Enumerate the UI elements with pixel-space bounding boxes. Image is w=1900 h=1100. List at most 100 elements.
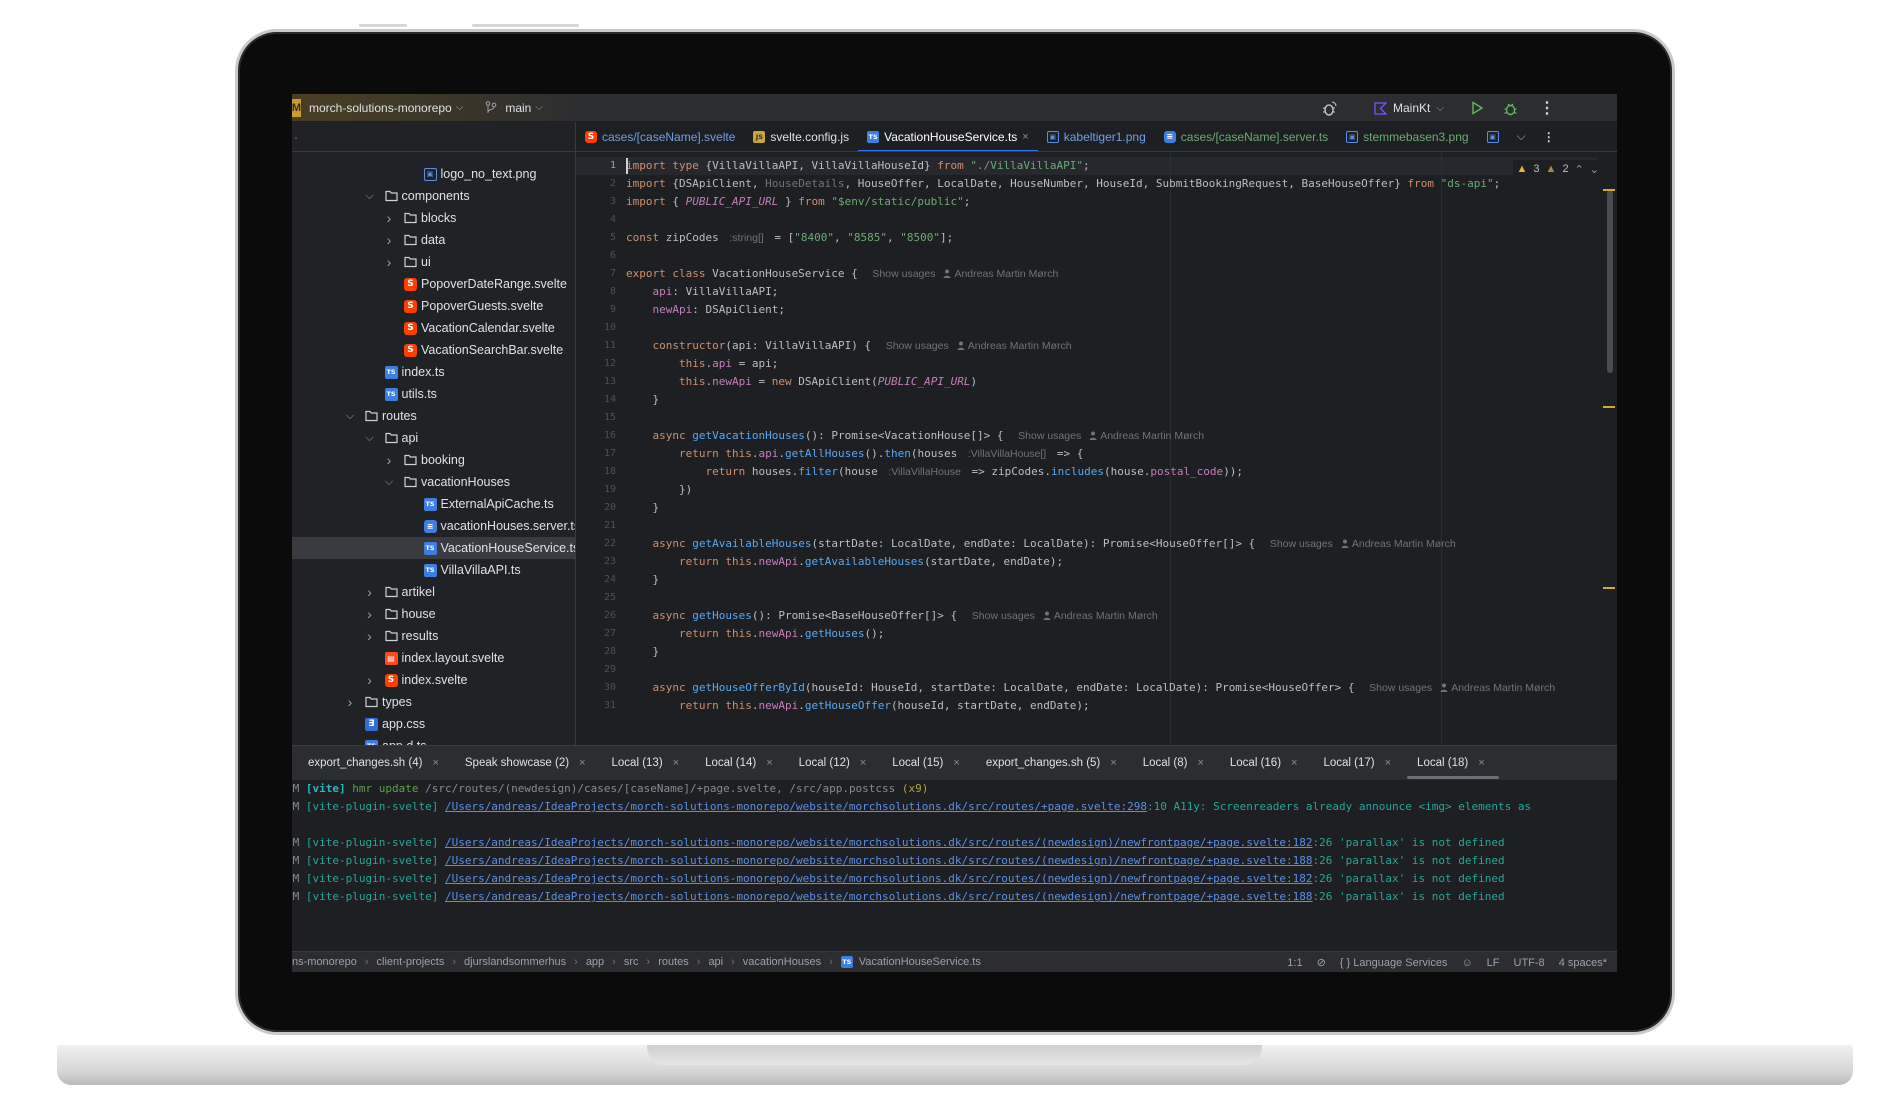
close-terminal-tab-icon[interactable]: × bbox=[1291, 757, 1297, 769]
terminal-tab[interactable]: Local (13) × bbox=[612, 746, 692, 781]
line-number[interactable]: 24 bbox=[576, 571, 616, 589]
tree-item[interactable]: ⌵ components bbox=[292, 185, 575, 207]
line-number[interactable]: 1 bbox=[576, 157, 616, 175]
caret-position[interactable]: 1:1 bbox=[1287, 957, 1302, 969]
breadcrumb-item[interactable]: routes bbox=[658, 956, 689, 968]
editor-tab[interactable]: ≡ cases/[caseName].server.ts bbox=[1155, 122, 1337, 151]
line-number[interactable]: 29 bbox=[576, 661, 616, 679]
line-number[interactable]: 17 bbox=[576, 445, 616, 463]
line-number[interactable]: 22 bbox=[576, 535, 616, 553]
breadcrumb-item[interactable]: djurslandsommerhus bbox=[464, 956, 566, 968]
tree-item[interactable]: › house bbox=[292, 603, 575, 625]
tree-item[interactable]: › artikel bbox=[292, 581, 575, 603]
line-number[interactable]: 3 bbox=[576, 193, 616, 211]
chevron-right-icon[interactable]: › bbox=[344, 694, 356, 710]
line-number[interactable]: 7 bbox=[576, 265, 616, 283]
project-selector[interactable]: morch-solutions-monorepo ⌵ bbox=[309, 101, 463, 115]
close-terminal-tab-icon[interactable]: × bbox=[1197, 757, 1203, 769]
tree-item[interactable]: › ui bbox=[292, 251, 575, 273]
show-usages-link[interactable]: Show usages bbox=[1361, 682, 1432, 694]
close-terminal-tab-icon[interactable]: × bbox=[766, 757, 772, 769]
tree-item[interactable]: S VacationCalendar.svelte bbox=[292, 317, 575, 339]
breadcrumb-item[interactable]: vacationHouses bbox=[743, 956, 821, 968]
terminal-tab[interactable]: Local (14) × bbox=[705, 746, 785, 781]
editor-tab[interactable]: ▣ bbox=[1478, 122, 1508, 151]
line-number[interactable]: 11 bbox=[576, 337, 616, 355]
language-services[interactable]: { } Language Services bbox=[1340, 957, 1448, 969]
chevron-right-icon[interactable]: › bbox=[383, 210, 395, 226]
line-number[interactable]: 8 bbox=[576, 283, 616, 301]
tree-item[interactable]: TS VacationHouseService.ts bbox=[292, 537, 575, 559]
line-number[interactable]: 23 bbox=[576, 553, 616, 571]
author-hint[interactable]: Andreas Martin Mørch bbox=[949, 340, 1072, 352]
editor-tab[interactable]: JS svelte.config.js bbox=[744, 122, 858, 151]
chevron-down-icon[interactable]: ⌵ bbox=[364, 190, 376, 203]
debug-button[interactable] bbox=[1503, 94, 1518, 122]
tree-item[interactable]: ⌵ vacationHouses bbox=[292, 471, 575, 493]
previous-problem-icon[interactable]: ⌃ bbox=[1575, 163, 1584, 176]
close-terminal-tab-icon[interactable]: × bbox=[1110, 757, 1116, 769]
tree-item[interactable]: ≡ vacationHouses.server.ts bbox=[292, 515, 575, 537]
tree-item[interactable]: TS ExternalApiCache.ts bbox=[292, 493, 575, 515]
line-number[interactable]: 12 bbox=[576, 355, 616, 373]
code-content[interactable]: import type {VillaVillaAPI, VillaVillaHo… bbox=[626, 157, 1555, 715]
tree-item[interactable]: › data bbox=[292, 229, 575, 251]
warning-stripe-marker[interactable] bbox=[1603, 587, 1615, 589]
warning-stripe-marker[interactable] bbox=[1603, 189, 1615, 191]
file-path-link[interactable]: /Users/andreas/IdeaProjects/morch-soluti… bbox=[445, 890, 1313, 903]
no-inspections-icon[interactable]: ⊘ bbox=[1317, 956, 1326, 969]
tree-item[interactable]: › blocks bbox=[292, 207, 575, 229]
line-number[interactable]: 28 bbox=[576, 643, 616, 661]
chevron-right-icon[interactable]: › bbox=[383, 452, 395, 468]
line-number[interactable]: 2 bbox=[576, 175, 616, 193]
author-hint[interactable]: Andreas Martin Mørch bbox=[935, 268, 1058, 280]
show-usages-link[interactable]: Show usages bbox=[964, 610, 1035, 622]
show-usages-link[interactable]: Show usages bbox=[1262, 538, 1333, 550]
close-terminal-tab-icon[interactable]: × bbox=[579, 757, 585, 769]
author-hint[interactable]: Andreas Martin Mørch bbox=[1035, 610, 1158, 622]
tree-item[interactable]: ▣ logo_no_text.png bbox=[292, 163, 575, 185]
copilot-icon[interactable]: ☺ bbox=[1461, 957, 1472, 969]
line-number[interactable]: 31 bbox=[576, 697, 616, 715]
tree-item[interactable]: TS VillaVillaAPI.ts bbox=[292, 559, 575, 581]
tree-item[interactable]: ▤ index.layout.svelte bbox=[292, 647, 575, 669]
line-number[interactable]: 25 bbox=[576, 589, 616, 607]
editor-tab[interactable]: Scases/[caseName].svelte bbox=[576, 122, 744, 151]
tree-item[interactable]: › types bbox=[292, 691, 575, 713]
tree-item[interactable]: ⌵ api bbox=[292, 427, 575, 449]
line-number[interactable]: 6 bbox=[576, 247, 616, 265]
tree-item[interactable]: ∃ app.css bbox=[292, 713, 575, 735]
line-number[interactable]: 16 bbox=[576, 427, 616, 445]
show-usages-link[interactable]: Show usages bbox=[864, 268, 935, 280]
editor-tab[interactable]: TS VacationHouseService.ts × bbox=[858, 122, 1038, 151]
line-number[interactable]: 18 bbox=[576, 463, 616, 481]
chevron-right-icon[interactable]: › bbox=[364, 628, 376, 644]
chevron-down-icon[interactable]: ⌵ bbox=[344, 410, 356, 423]
terminal-tab[interactable]: Local (18) × bbox=[1407, 746, 1499, 781]
chevron-right-icon[interactable]: › bbox=[383, 254, 395, 270]
breadcrumb-item[interactable]: ns-monorepo bbox=[292, 956, 357, 968]
author-hint[interactable]: Andreas Martin Mørch bbox=[1432, 682, 1555, 694]
line-number[interactable]: 15 bbox=[576, 409, 616, 427]
chevron-down-icon[interactable]: ⌵ bbox=[383, 476, 395, 489]
code-editor[interactable]: 1 2 3 4 5 6 7 8 9 10 11 12 13 14 15 16 17 18 19 20 21 22 23 24 2… bbox=[576, 152, 1617, 745]
editor-tab[interactable]: ▣ kabeltiger1.png bbox=[1038, 122, 1155, 151]
tree-item[interactable]: S PopoverGuests.svelte bbox=[292, 295, 575, 317]
terminal-tab[interactable]: Local (16) × bbox=[1230, 746, 1310, 781]
inspection-widget[interactable]: ▲ 3 ▲ 2 ⌃ ⌄ bbox=[1512, 160, 1603, 178]
terminal-tab[interactable]: Local (15) × bbox=[892, 746, 972, 781]
breadcrumb-item[interactable]: src bbox=[624, 956, 639, 968]
show-usages-link[interactable]: Show usages bbox=[878, 340, 949, 352]
line-number[interactable]: 4 bbox=[576, 211, 616, 229]
terminal-tab[interactable]: Local (8) × bbox=[1143, 746, 1216, 781]
next-problem-icon[interactable]: ⌄ bbox=[1590, 163, 1599, 176]
tree-item[interactable]: S PopoverDateRange.svelte bbox=[292, 273, 575, 295]
file-path-link[interactable]: /Users/andreas/IdeaProjects/morch-soluti… bbox=[445, 872, 1313, 885]
breadcrumb-item[interactable]: app bbox=[586, 956, 604, 968]
tree-item[interactable]: S VacationSearchBar.svelte bbox=[292, 339, 575, 361]
chevron-right-icon[interactable]: › bbox=[364, 672, 376, 688]
tree-item[interactable]: › Sindex.svelte bbox=[292, 669, 575, 691]
terminal-tab[interactable]: export_changes.sh (5) × bbox=[986, 746, 1129, 781]
chevron-right-icon[interactable]: › bbox=[364, 584, 376, 600]
chevron-right-icon[interactable]: › bbox=[364, 606, 376, 622]
